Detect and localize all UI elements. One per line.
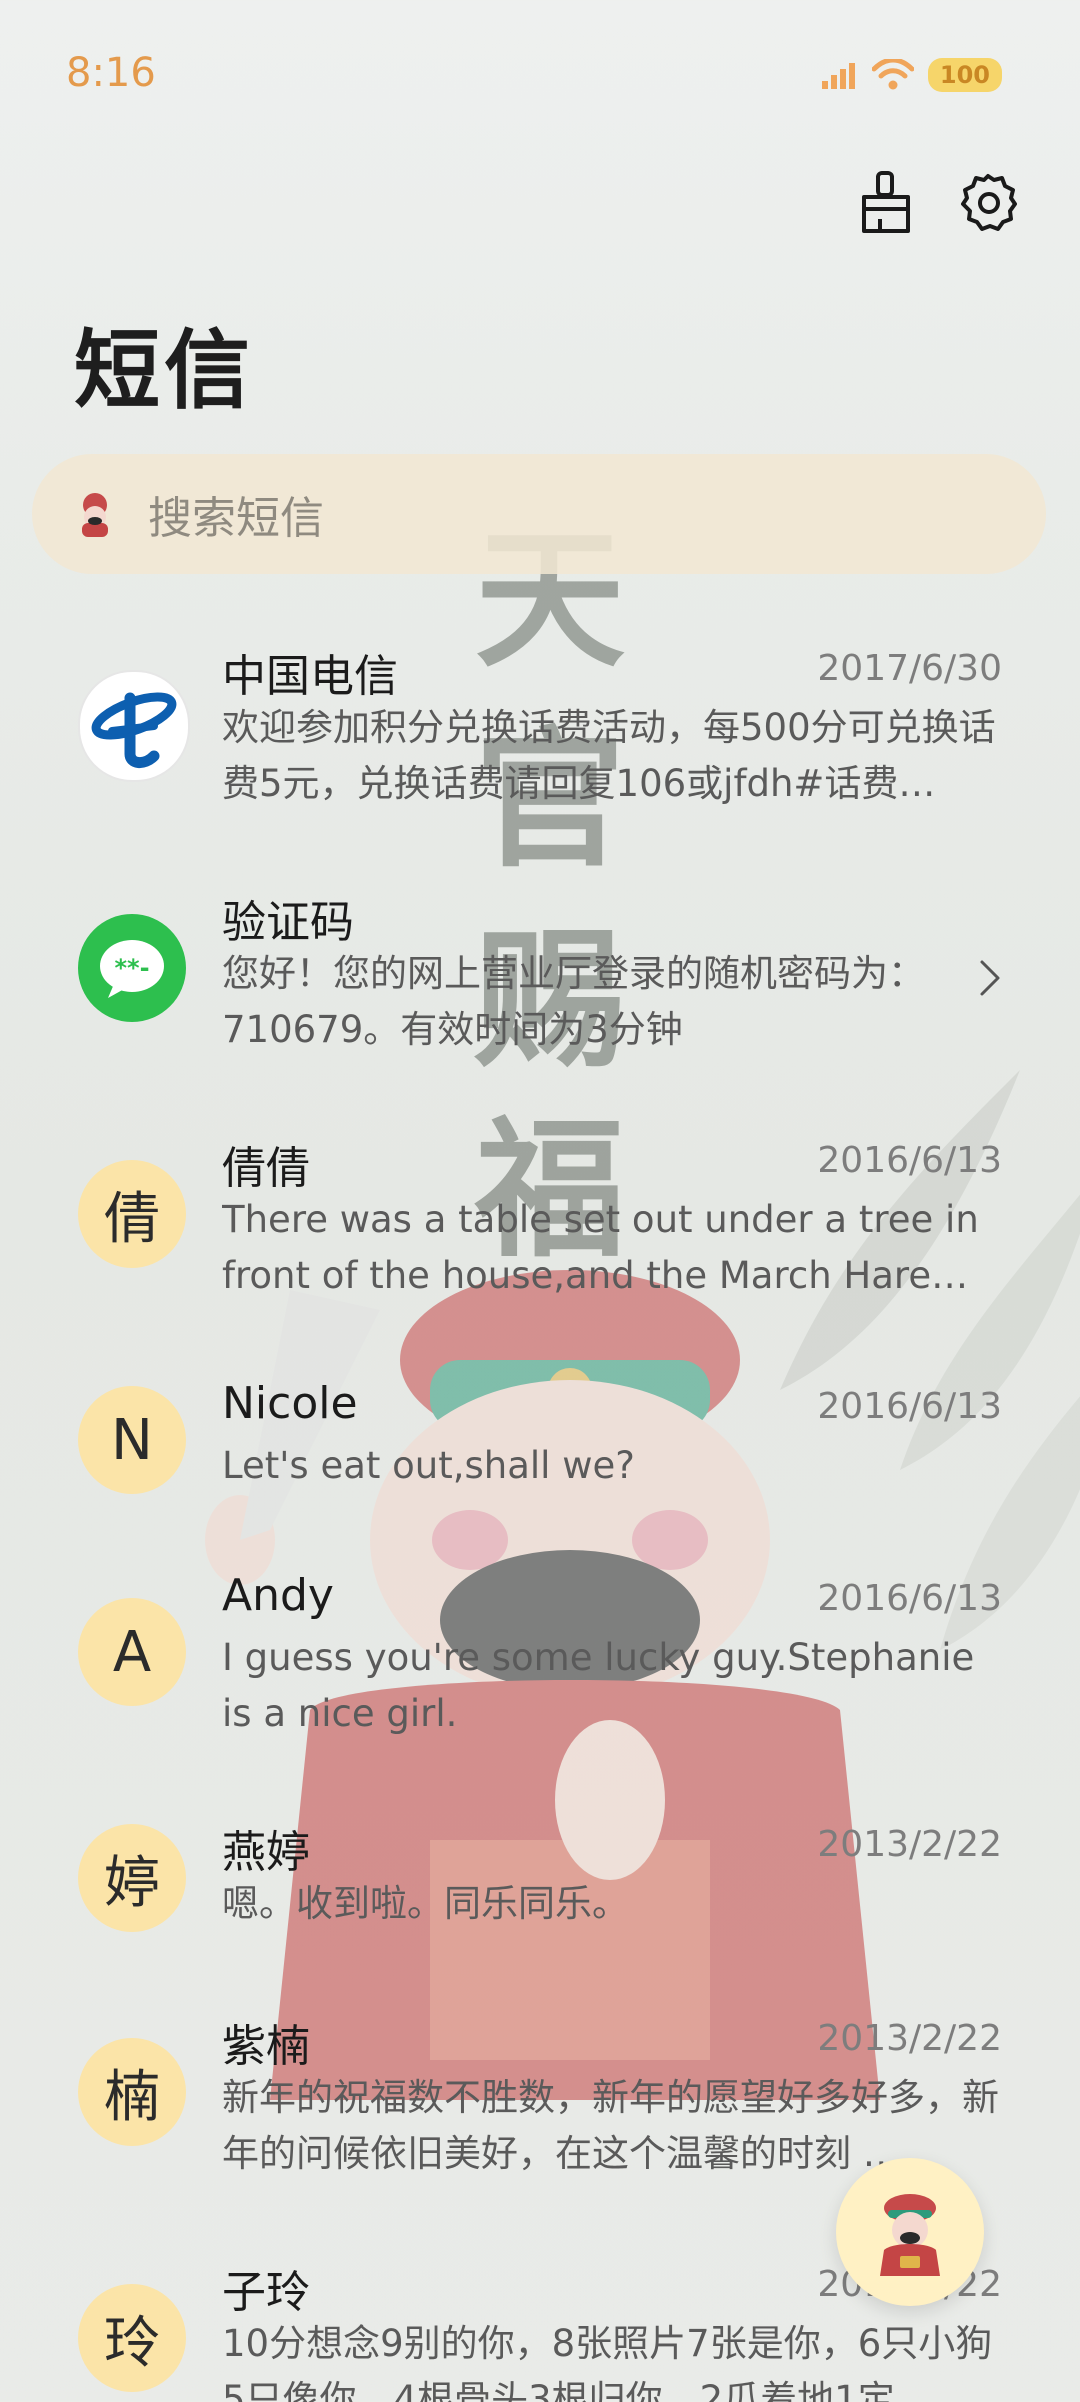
avatar: A (78, 1598, 186, 1706)
message-date: 2016/6/13 (817, 1140, 1002, 1181)
signal-icon (821, 63, 855, 89)
settings-button[interactable] (956, 170, 1020, 234)
message-date: 2013/2/22 (817, 1824, 1002, 1865)
avatar: N (78, 1386, 186, 1494)
message-preview: 您好！您的网上营业厅登录的随机密码为：710679。有效时间为3分钟 (222, 952, 925, 1051)
china-telecom-logo-icon (91, 692, 177, 768)
message-preview: There was a table set out under a tree i… (222, 1198, 979, 1297)
clean-button[interactable] (854, 170, 918, 234)
status-bar: 8:16 100 (0, 0, 1080, 150)
avatar: 楠 (78, 2038, 186, 2146)
avatar: 玲 (78, 2284, 186, 2392)
conversation-item[interactable]: 中国电信 2017/6/30 欢迎参加积分兑换话费活动，每500分可兑换话费5元… (0, 640, 1080, 840)
wifi-icon (871, 59, 914, 90)
avatar (78, 670, 190, 782)
contact-name: Nicole (222, 1378, 358, 1429)
mascot-search-icon (82, 493, 108, 537)
message-preview: I guess you're some lucky guy.Stephanie … (222, 1636, 975, 1735)
search-bar[interactable]: 搜索短信 (32, 454, 1046, 574)
battery-indicator: 100 (927, 58, 1002, 92)
contact-name: 紫楠 (222, 2021, 310, 2072)
message-preview: Let's eat out,shall we? (222, 1444, 635, 1487)
contact-name: 中国电信 (222, 651, 398, 702)
contact-name: Andy (222, 1570, 334, 1621)
avatar: 倩 (78, 1160, 186, 1268)
message-preview: 嗯。收到啦。同乐同乐。 (222, 1882, 629, 1925)
avatar-text: **- (114, 954, 150, 982)
avatar: **- (78, 914, 186, 1022)
conversation-item[interactable]: 倩 倩倩 2016/6/13 There was a table set out… (0, 1132, 1080, 1332)
message-date: 2016/6/13 (817, 1386, 1002, 1427)
contact-name: 子玲 (222, 2267, 310, 2318)
contact-name: 倩倩 (222, 1143, 310, 1194)
message-date: 2017/6/30 (817, 648, 1002, 689)
conversation-item[interactable]: A Andy 2016/6/13 I guess you're some luc… (0, 1570, 1080, 1770)
status-icons: 100 (821, 58, 1002, 92)
contact-name: 燕婷 (222, 1827, 310, 1878)
status-time: 8:16 (66, 50, 156, 96)
message-date: 2013/2/22 (817, 2018, 1002, 2059)
message-date: 2016/6/13 (817, 1578, 1002, 1619)
header-actions (854, 170, 1020, 234)
message-preview: 欢迎参加积分兑换话费活动，每500分可兑换话费5元，兑换话费请回复106或jfd… (222, 706, 996, 805)
chevron-right-icon (980, 960, 1000, 996)
compose-button[interactable] (836, 2158, 984, 2306)
gear-icon (961, 174, 1017, 231)
contact-name: 验证码 (222, 897, 354, 948)
conversation-item[interactable]: **- 验证码 您好！您的网上营业厅登录的随机密码为：710679。有效时间为3… (0, 886, 1080, 1086)
broom-icon (862, 171, 910, 233)
search-placeholder: 搜索短信 (148, 493, 324, 544)
conversation-item[interactable]: 婷 燕婷 2013/2/22 嗯。收到啦。同乐同乐。 (0, 1816, 1080, 1976)
fortune-god-compose-icon (880, 2194, 940, 2276)
conversation-item[interactable]: N Nicole 2016/6/13 Let's eat out,shall w… (0, 1378, 1080, 1538)
message-preview: 10分想念9别的你，8张照片7张是你，6只小狗5只像你，4根骨头3根归你，2瓜着… (222, 2322, 993, 2402)
page-title: 短信 (74, 321, 254, 421)
avatar: 婷 (78, 1824, 186, 1932)
